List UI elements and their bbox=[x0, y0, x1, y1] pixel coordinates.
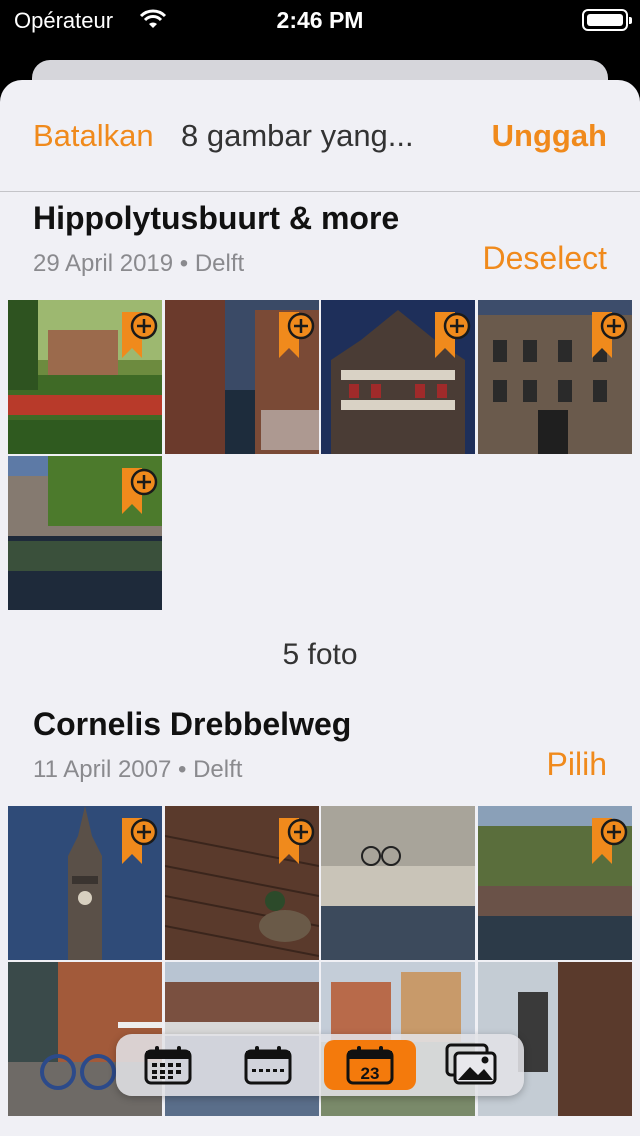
photo-thumbnail[interactable] bbox=[321, 300, 476, 454]
clock: 2:46 PM bbox=[276, 7, 364, 33]
cancel-button[interactable]: Batalkan bbox=[33, 118, 154, 154]
photo-thumbnail[interactable] bbox=[478, 806, 633, 960]
nav-title: 8 gambar yang... bbox=[181, 118, 414, 153]
calendar-day-icon: 23 bbox=[346, 1046, 394, 1085]
upload-button[interactable]: Unggah bbox=[492, 118, 607, 154]
day-number: 23 bbox=[361, 1064, 380, 1083]
add-bookmark-icon bbox=[278, 312, 314, 358]
section-title: Hippolytusbuurt & more bbox=[33, 200, 400, 236]
photo-image bbox=[321, 806, 476, 960]
photo-thumbnail[interactable] bbox=[164, 300, 319, 454]
add-bookmark-icon bbox=[122, 468, 158, 514]
view-toolbar: 23 bbox=[116, 1034, 524, 1096]
upload-sheet: Batalkan 8 gambar yang... Unggah Hippoly… bbox=[0, 80, 640, 1136]
add-bookmark-icon bbox=[435, 312, 471, 358]
photo-thumbnail[interactable] bbox=[164, 806, 319, 960]
select-button[interactable]: Pilih bbox=[547, 746, 607, 783]
month-view-tab[interactable] bbox=[222, 1040, 314, 1090]
photo-thumbnail[interactable] bbox=[8, 456, 162, 610]
calendar-dots-icon bbox=[244, 1046, 292, 1085]
calendar-grid-icon bbox=[144, 1046, 192, 1085]
section-subtitle: 11 April 2007 • Delft bbox=[33, 756, 243, 783]
photos-icon bbox=[445, 1043, 497, 1085]
photo-thumbnail[interactable] bbox=[8, 300, 162, 454]
photo-thumbnail[interactable] bbox=[321, 806, 476, 960]
section-title: Cornelis Drebbelweg bbox=[33, 706, 352, 742]
photo-thumbnail[interactable] bbox=[8, 806, 162, 960]
year-view-tab[interactable] bbox=[122, 1040, 214, 1090]
day-view-tab[interactable]: 23 bbox=[324, 1040, 416, 1090]
add-bookmark-icon bbox=[122, 818, 158, 864]
status-bar: Opérateur 2:46 PM bbox=[0, 0, 640, 40]
section-subtitle: 29 April 2019 • Delft bbox=[33, 250, 245, 277]
add-bookmark-icon bbox=[278, 818, 314, 864]
photo-grid bbox=[8, 300, 633, 610]
all-photos-tab[interactable] bbox=[426, 1040, 518, 1090]
add-bookmark-icon bbox=[592, 312, 628, 358]
deselect-button[interactable]: Deselect bbox=[483, 240, 608, 277]
photo-count: 5 foto bbox=[282, 638, 358, 671]
add-bookmark-icon bbox=[122, 312, 158, 358]
add-bookmark-icon bbox=[592, 818, 628, 864]
navigation-bar: Batalkan 8 gambar yang... Unggah bbox=[0, 80, 640, 192]
photo-thumbnail[interactable] bbox=[478, 300, 633, 454]
battery-icon bbox=[582, 9, 632, 31]
